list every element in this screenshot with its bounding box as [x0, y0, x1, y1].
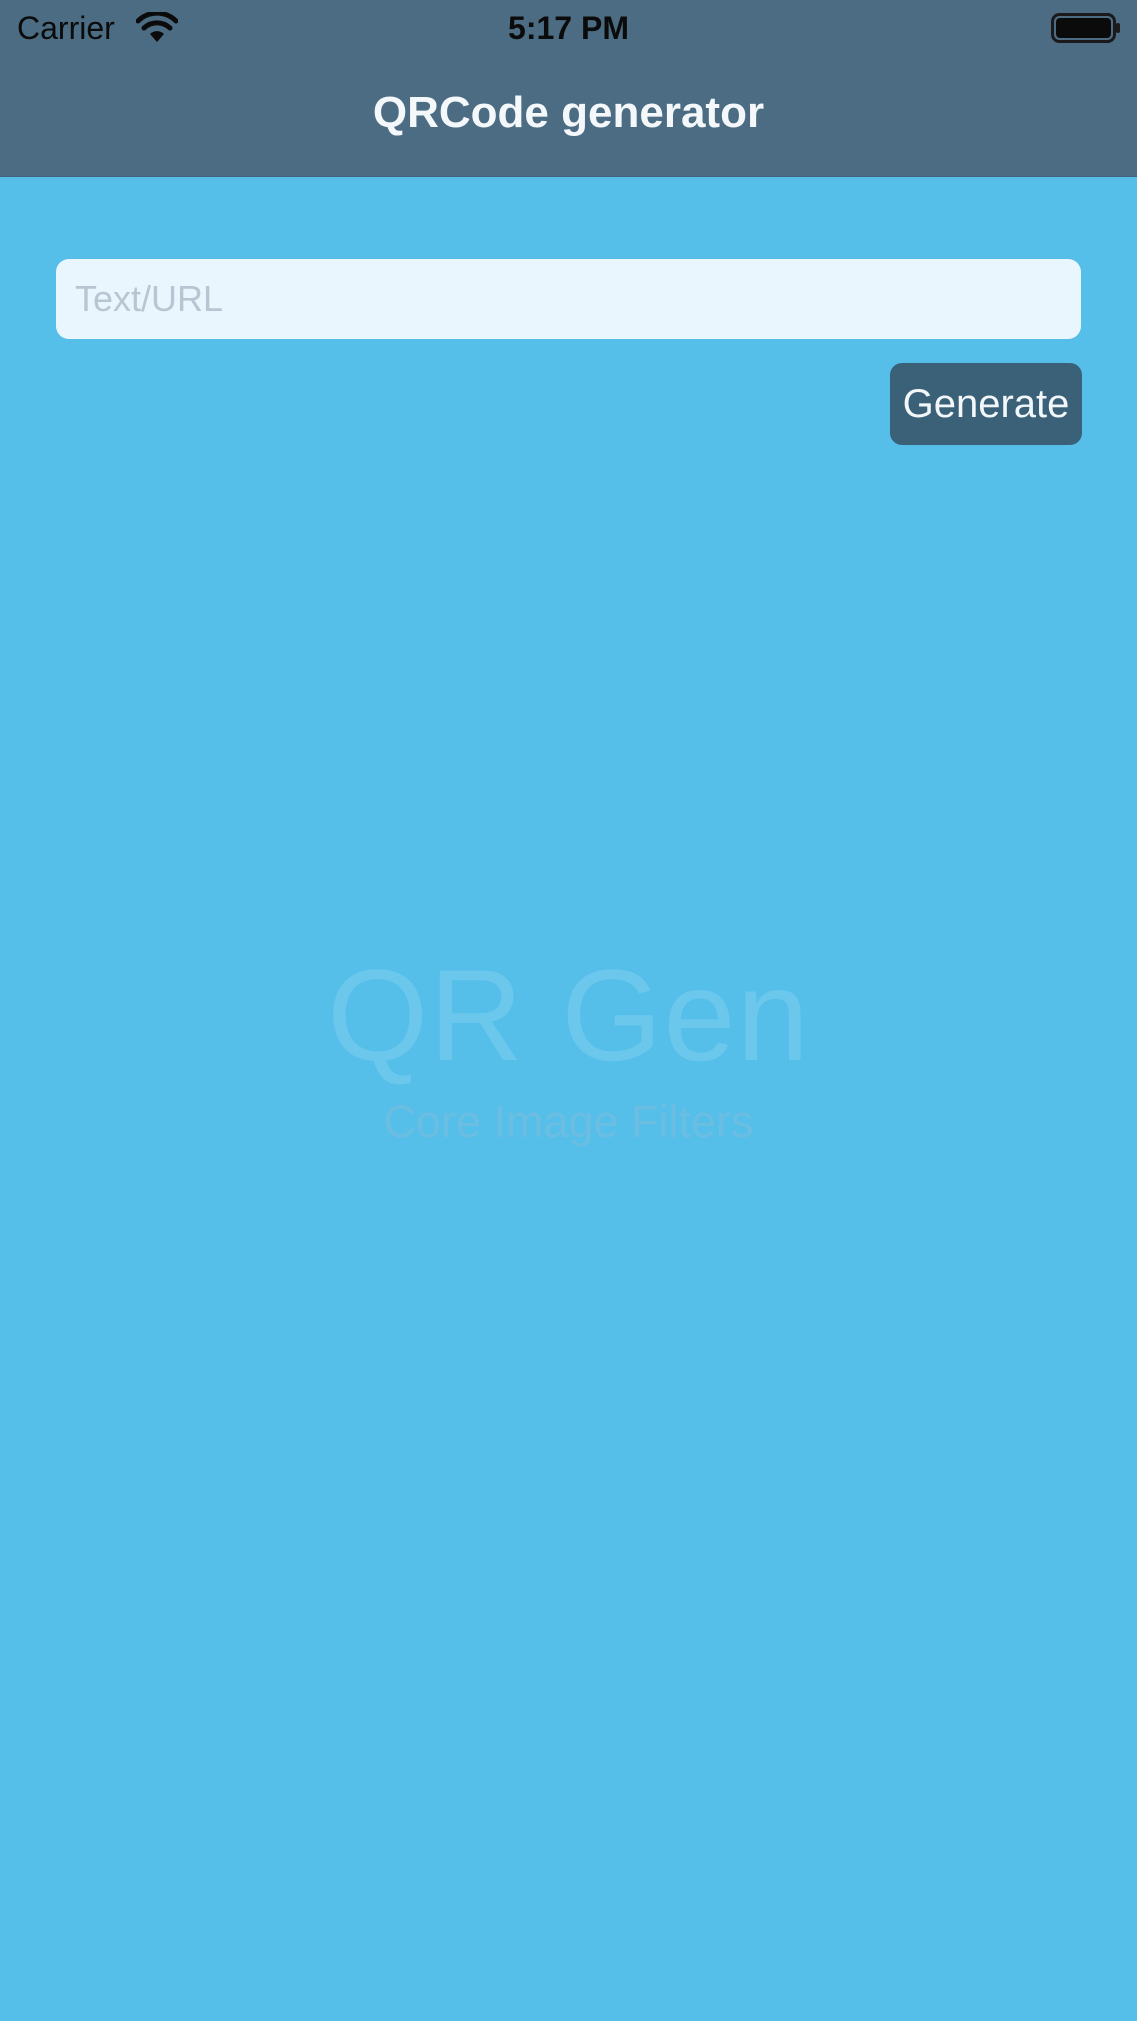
nav-title: QRCode generator: [372, 88, 765, 137]
text-url-input[interactable]: [56, 259, 1081, 339]
watermark-title: QR Gen: [327, 942, 810, 1088]
battery-full-icon: [1051, 13, 1120, 43]
watermark-subtitle: Core Image Filters: [383, 1096, 754, 1147]
status-bar: Carrier 5:17 PM: [0, 0, 1137, 56]
status-time: 5:17 PM: [508, 10, 629, 46]
generate-button[interactable]: Generate: [890, 363, 1082, 445]
navigation-bar: QRCode generator: [0, 56, 1137, 177]
